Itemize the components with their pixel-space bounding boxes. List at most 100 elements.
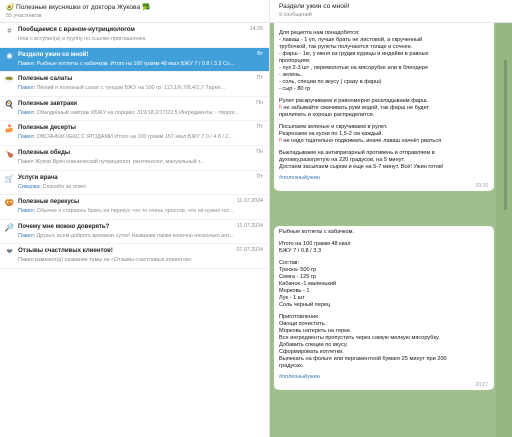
message-line: - соль, специи по вкусу ( сразу в фарш) — [279, 79, 382, 85]
topic-last-sender: Павел: — [18, 134, 37, 141]
hashtag-link[interactable]: #полезныйужин — [279, 175, 489, 182]
topic-row[interactable]: 🔎 Почему мне можно доверять? 11.07.2024 Пав… — [0, 220, 269, 245]
message-line: прилипать и хорошо распределится. — [279, 112, 375, 118]
topic-last-sender: Павел: — [18, 109, 37, 116]
dessert-icon: 🍰 — [4, 124, 15, 134]
message-bubble: Рыбные котлеты с кабачком. Итого на 100 г… — [274, 226, 494, 390]
topic-row[interactable]: 🍰 Полезные десерты Пт Павел: ОВСЯНЫЙ КЕКС С… — [0, 121, 269, 146]
topic-last-message: Павел изменил(а) название темы на «Отзыв… — [18, 257, 264, 263]
group-title: 🥑 Полезные вкусняшки от доктора Жукова 🥦 — [6, 4, 151, 11]
topic-last-text: Рыбные котлеты с кабачком. Итого на 100 … — [36, 60, 235, 67]
topic-last-message: Сивцова: Спасибо за ответ. — [18, 184, 264, 190]
topic-name: Полезные обеды — [18, 148, 71, 156]
topic-row[interactable]: 🍳 Полезные завтраки Пн Павел: Обалденный за… — [0, 97, 269, 122]
message-line: Треска- 500 гр — [279, 267, 317, 273]
topic-time: Пт — [256, 124, 263, 131]
message-line: градусах. — [279, 363, 304, 369]
topic-row[interactable]: ❤ Отзывы счастливых клиентов! 07.07.2024 Па… — [0, 244, 269, 269]
message-line: ‼ не забывайте смачивать руки водой, так… — [279, 105, 489, 112]
message-line: Рыбные котлеты с кабачком. — [279, 229, 355, 235]
topic-name: Полезные салаты — [18, 75, 73, 83]
message-line-text: не забывайте смачивать руки водой, так ф… — [281, 105, 430, 111]
topic-row[interactable]: 🛒 Услуги врача Пт Сивцова: Спасибо за ответ… — [0, 171, 269, 196]
topic-row[interactable]: ◉ Раздели ужин со мной! Вт Павел: Рыбные ко… — [0, 47, 269, 73]
message-line: Семга - 125 гр — [279, 274, 317, 280]
topic-time: Пт — [256, 75, 263, 82]
message-line: - фарш - 1кг, у меня из грудки курицы и … — [279, 51, 429, 57]
message-line: Овощи почистить. — [279, 321, 327, 327]
message-line: Добавить специи по вкусу. — [279, 342, 348, 348]
group-header[interactable]: 🥑 Полезные вкусняшки от доктора Жукова 🥦… — [0, 0, 269, 23]
topic-time: Пн — [256, 148, 263, 155]
message-line: Выпекать на фольге или пергаментной бума… — [279, 356, 447, 362]
chat-scrollbar[interactable] — [504, 60, 507, 210]
message-line: Приготовление: — [279, 314, 320, 320]
heart-icon: ❤ — [6, 247, 13, 257]
message-line: ‼ не надо тщательно поджимать, иначе лав… — [279, 138, 489, 145]
topic-last-message: Inna с вступил(а) в группу по ссылке-при… — [18, 36, 264, 42]
message-line: Рулет раскручиваем и равномерно расклады… — [279, 98, 429, 104]
topic-last-sender: Павел: — [18, 85, 37, 92]
topic-time: 11.07.2024 — [236, 198, 263, 205]
topic-last-text: Друзья, всем доброго времени суток! Назв… — [36, 232, 234, 239]
chat-title: Раздели ужин со мной! — [279, 3, 350, 10]
message-line: - зелень, — [279, 72, 302, 78]
topic-last-message: Павел: Друзья, всем доброго времени суто… — [18, 233, 264, 239]
topic-time: 07.07.2024 — [236, 247, 263, 254]
topic-last-text: Обычно я стараюсь брать на перекус что-т… — [36, 208, 233, 215]
group-member-count: 55 участников — [6, 13, 42, 19]
lunch-icon: 🍗 — [4, 148, 15, 158]
topic-row[interactable]: 🥨 Полезные перекусы 11.07.2024 Павел: Обычн… — [0, 195, 269, 220]
message-line: Сформировать котлетки. — [279, 349, 344, 355]
message-line: Морковь натереть на терке. — [279, 328, 352, 334]
message-line: Разрезаем на куски по 1,5-2 см каждый. — [279, 131, 383, 137]
topic-name: Полезные завтраки — [18, 99, 78, 107]
topic-last-text: Павел изменил(а) название темы на «Отзыв… — [18, 257, 192, 264]
topic-row[interactable]: 🍗 Полезные обеды Пн Павел Жуков Врач клинич… — [0, 146, 269, 171]
message-line: Морковь - 1 — [279, 288, 310, 294]
topic-name: Услуги врача — [18, 173, 58, 181]
message-line: Соль черный перец — [279, 302, 331, 308]
hashtag-icon: # — [7, 26, 12, 35]
message-line: - сыр - 80 гр — [279, 86, 311, 92]
topic-last-message: Павел: ОВСЯНЫЙ КЕКС С ЯГОДАМИ Итого на 1… — [18, 134, 264, 140]
topic-row[interactable]: 🥗 Полезные салаты Пт Павел: Лёгкий и полезн… — [0, 72, 269, 97]
chat-message-count: 9 сообщений — [279, 12, 312, 18]
topic-last-text: Спасибо за ответ. — [42, 183, 87, 190]
message-line: Итого на 100 грамм 48 ккал — [279, 241, 351, 247]
salad-icon: 🥗 — [4, 75, 15, 85]
topic-name: Полезные десерты — [18, 124, 76, 132]
message-line: - лаваш - 1 уп, лучше брать не листовой,… — [279, 37, 423, 43]
topic-name: Раздели ужин со мной! — [18, 50, 89, 58]
topics-panel: 🥑 Полезные вкусняшки от доктора Жукова 🥦… — [0, 0, 270, 437]
topic-last-sender: Павел: — [18, 232, 37, 239]
topic-last-sender: Сивцова: — [18, 183, 43, 190]
topic-last-text: Лёгкий и полезный салат с тунцом БЖУ на … — [36, 85, 226, 92]
magnifier-icon: 🔎 — [4, 222, 15, 232]
hashtag-link[interactable]: #полезныйужин — [279, 374, 489, 381]
topic-last-text: Обалденный завтрак КБЖУ на порцию: 319/1… — [36, 109, 239, 116]
message-line: Выкладываем на антипригарный противень и… — [279, 150, 435, 156]
message-line: БЖУ 7 / 0.8 / 3.3 — [279, 248, 322, 254]
message-line: духовку,разогретую на 220 градусов, на 5… — [279, 157, 405, 163]
message-line: пропорциях — [279, 58, 310, 64]
topic-last-text: Павел Жуков Врач клинический нутрициолог… — [18, 158, 205, 165]
topic-time: Пн — [256, 99, 263, 106]
message-line-text: не надо тщательно поджимать, иначе лаваш… — [281, 138, 442, 144]
topic-name: Полезные перекусы — [18, 198, 80, 206]
message-line: Состав: — [279, 260, 300, 266]
cart-icon: 🛒 — [4, 173, 15, 183]
topic-last-text: Inna с вступил(а) в группу по ссылке-при… — [18, 36, 146, 42]
topic-last-sender: Павел: — [18, 208, 37, 215]
topic-time: 11.07.2024 — [236, 222, 263, 229]
snack-icon: 🥨 — [4, 198, 15, 208]
chat-header[interactable]: Раздели ужин со мной! 9 сообщений — [270, 0, 512, 23]
message-line: Все ингредиенты пропустить через самую м… — [279, 335, 440, 341]
topic-dot-icon: ◉ — [6, 50, 13, 60]
topic-last-message: Павел: Лёгкий и полезный салат с тунцом … — [18, 85, 264, 91]
message-line: Кабачок -1 маленький — [279, 281, 337, 287]
chat-panel: Раздели ужин со мной! 9 сообщений Калори… — [270, 0, 512, 437]
topic-name: Пообщаемся с врачом-нутрициологом — [18, 26, 135, 33]
topic-row[interactable]: # Пообщаемся с врачом-нутрициологом 14:29 I… — [0, 23, 269, 48]
message-line: Посыпаем зеленью и скручиваем в рулет. — [279, 124, 388, 130]
